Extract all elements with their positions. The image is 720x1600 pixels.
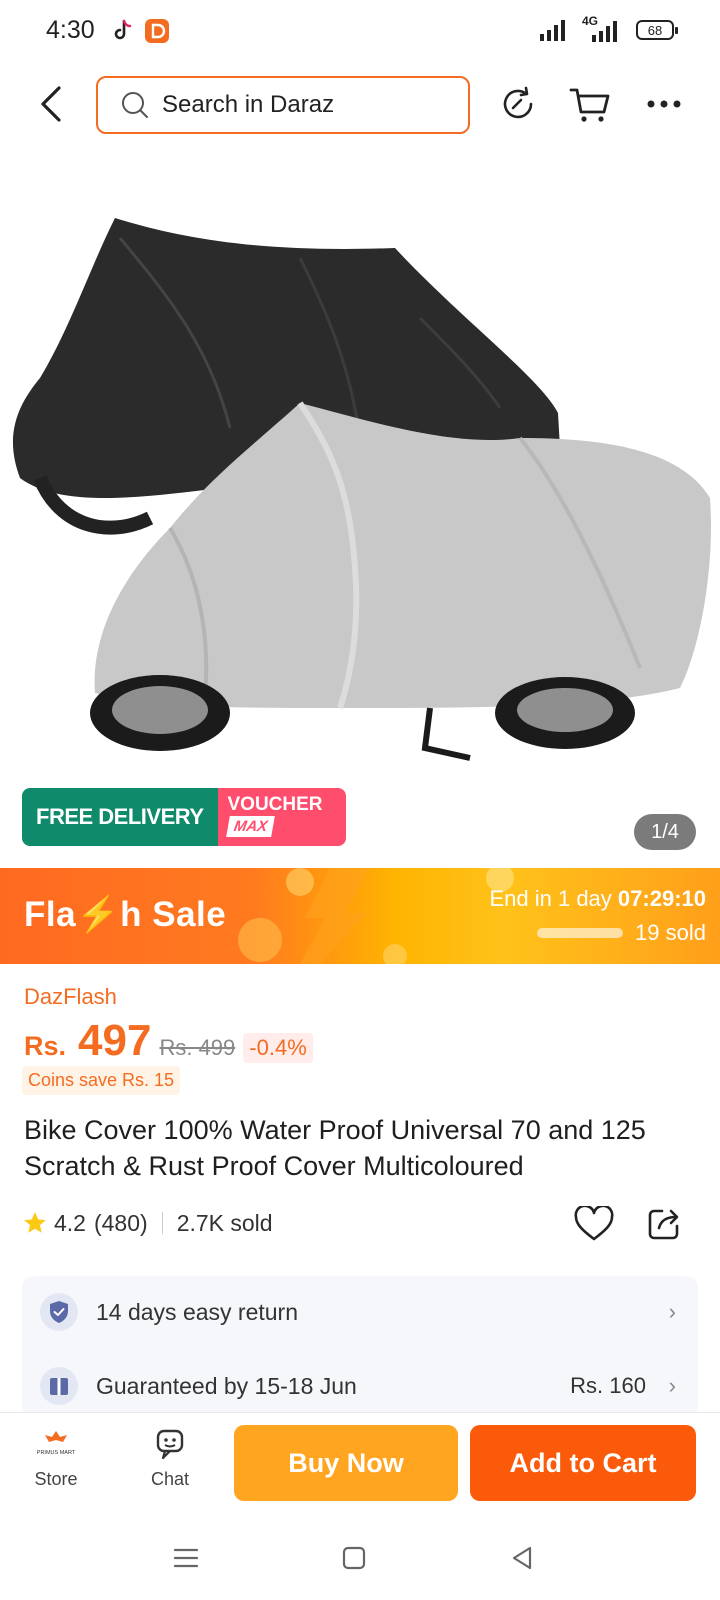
tiktok-icon xyxy=(114,19,132,40)
sold-progress-bar xyxy=(537,928,624,938)
buy-now-button[interactable]: Buy Now xyxy=(234,1425,458,1501)
chat-button[interactable]: Chat xyxy=(128,1427,212,1490)
rating-row[interactable]: 4.2 (480) 2.7K sold xyxy=(22,1205,273,1241)
share-refresh-button[interactable] xyxy=(496,82,540,126)
daraz-app-icon xyxy=(145,19,169,43)
star-icon xyxy=(24,1212,46,1233)
product-image-gallery[interactable] xyxy=(0,148,720,848)
return-policy-text: 14 days easy return xyxy=(96,1298,299,1325)
network-indicator: 4G xyxy=(582,14,622,42)
chevron-right-icon: › xyxy=(668,1373,676,1398)
more-dots-icon xyxy=(647,100,681,108)
cart-button[interactable] xyxy=(568,82,612,126)
system-nav-bar xyxy=(0,1514,720,1600)
promo-badges: FREE DELIVERY VOUCHER MAX xyxy=(22,788,346,846)
delivery-box-icon xyxy=(40,1367,78,1405)
delivery-fee: Rs. 160 xyxy=(570,1373,646,1398)
signal-icon xyxy=(540,20,565,41)
back-triangle-icon xyxy=(512,1546,532,1570)
price-row: Rs. 497 Rs. 499 -0.4% xyxy=(24,1016,313,1066)
campaign-label: DazFlash xyxy=(24,984,117,1009)
delivery-guarantee-text: Guaranteed by 15-18 Jun xyxy=(96,1372,357,1399)
wishlist-button[interactable] xyxy=(572,1202,616,1246)
system-back-button[interactable] xyxy=(502,1540,542,1576)
cart-icon xyxy=(569,88,610,122)
image-pager: 1/4 xyxy=(634,814,696,850)
original-price: Rs. 499 xyxy=(159,1035,236,1060)
chat-icon xyxy=(128,1427,212,1461)
rating-value: 4.2 xyxy=(54,1209,86,1236)
flash-countdown: End in 1 day 07:29:10 xyxy=(489,886,706,911)
review-count: (480) xyxy=(93,1209,148,1236)
flash-sale-title: Fla⚡h Sale xyxy=(24,895,227,934)
status-time: 4:30 xyxy=(46,16,95,44)
current-price: 497 xyxy=(78,1016,152,1065)
top-bar xyxy=(0,72,720,136)
add-to-cart-button[interactable]: Add to Cart xyxy=(470,1425,696,1501)
return-policy-row[interactable]: 14 days easy return › xyxy=(40,1290,680,1334)
bottom-action-bar: PRIMUS MART Store Chat Buy Now Add to Ca… xyxy=(0,1412,720,1514)
svg-text:PRIMUS MART: PRIMUS MART xyxy=(37,1450,76,1456)
shield-check-icon xyxy=(40,1293,78,1331)
product-title: Bike Cover 100% Water Proof Universal 70… xyxy=(24,1115,646,1181)
more-options-button[interactable] xyxy=(642,82,686,126)
chevron-right-icon: › xyxy=(668,1299,676,1324)
share-icon xyxy=(648,1209,679,1240)
search-input[interactable] xyxy=(162,91,432,119)
menu-lines-icon xyxy=(173,1548,199,1568)
free-delivery-badge: FREE DELIVERY xyxy=(22,788,218,846)
signal-4g-icon xyxy=(592,21,617,42)
flash-sold-progress: 19 sold xyxy=(537,920,706,946)
divider xyxy=(161,1212,163,1234)
search-icon xyxy=(122,92,148,118)
back-button[interactable] xyxy=(30,82,70,126)
voucher-max-badge: VOUCHER MAX xyxy=(217,788,346,846)
sold-count: 2.7K sold xyxy=(176,1209,273,1236)
bike-cover-product-image xyxy=(12,218,711,761)
back-arrow-icon xyxy=(41,86,61,122)
store-button[interactable]: PRIMUS MART Store xyxy=(14,1427,98,1490)
chat-label: Chat xyxy=(150,1469,190,1489)
search-bar[interactable] xyxy=(96,76,470,134)
share-button[interactable] xyxy=(642,1202,686,1246)
discount-badge: -0.4% xyxy=(243,1033,313,1063)
coins-save-badge: Coins save Rs. 15 xyxy=(22,1066,181,1095)
heart-icon xyxy=(574,1206,614,1241)
flash-sale-banner[interactable]: Fla⚡h Sale End in 1 day 07:29:10 19 sold xyxy=(0,868,720,964)
status-bar: 4:30 4G 68 xyxy=(0,0,720,64)
recents-button[interactable] xyxy=(166,1540,206,1576)
home-square-icon xyxy=(342,1546,366,1570)
store-label: Store xyxy=(34,1469,78,1489)
home-button[interactable] xyxy=(334,1540,374,1576)
refresh-icon xyxy=(503,86,533,119)
store-logo-icon: PRIMUS MART xyxy=(14,1427,98,1461)
delivery-row[interactable]: Guaranteed by 15-18 Jun Rs. 160 › xyxy=(40,1364,680,1408)
battery-indicator: 68 xyxy=(636,20,678,40)
